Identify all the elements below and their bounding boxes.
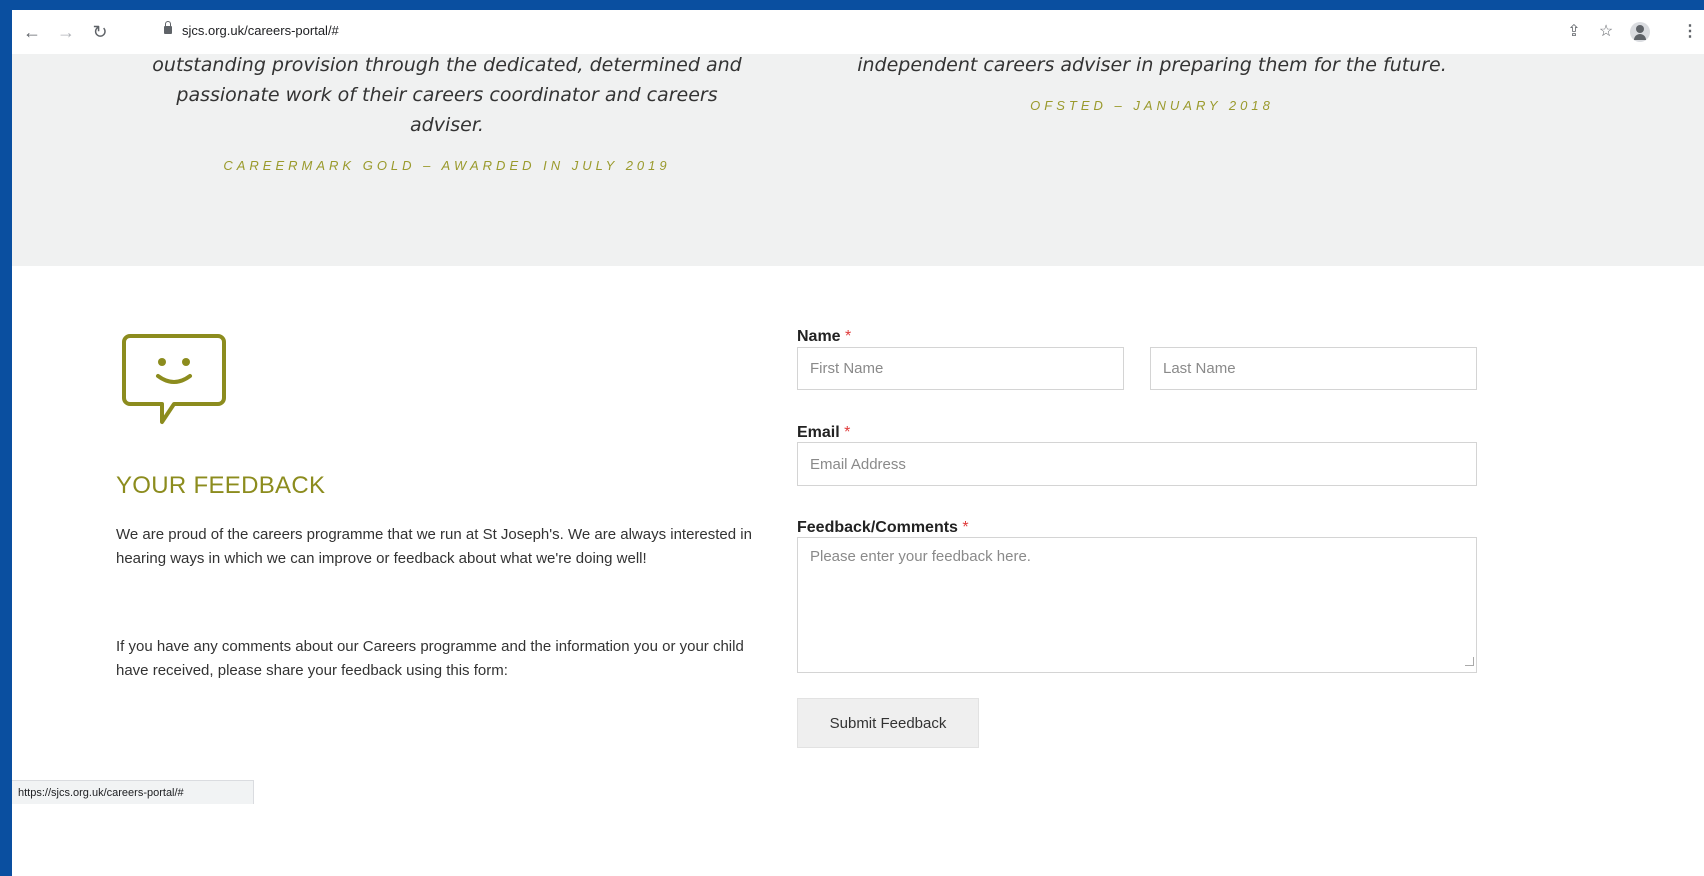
required-asterisk: * (962, 519, 969, 536)
feedback-label-text: Feedback/Comments (797, 519, 958, 536)
browser-toolbar: ← → ↻ sjcs.org.uk/careers-portal/# ⇪ ☆ ⋮ (12, 10, 1704, 54)
name-label-text: Name (797, 328, 841, 345)
address-bar-url: sjcs.org.uk/careers-portal/# (182, 23, 339, 38)
status-bar-url: https://sjcs.org.uk/careers-portal/# (12, 780, 254, 804)
share-icon[interactable]: ⇪ (1562, 20, 1586, 44)
submit-feedback-button[interactable]: Submit Feedback (797, 698, 979, 748)
email-label-text: Email (797, 424, 840, 441)
chat-smile-icon (122, 334, 226, 424)
testimonial-quote-1: outstanding provision through the dedica… (152, 54, 742, 136)
email-input[interactable] (797, 442, 1477, 486)
forward-arrow-icon[interactable]: → (54, 20, 78, 44)
browser-window: ← → ↻ sjcs.org.uk/careers-portal/# ⇪ ☆ ⋮… (12, 10, 1704, 876)
testimonial-source-2: OFSTED – JANUARY 2018 (1030, 98, 1274, 113)
reload-icon[interactable]: ↻ (88, 20, 112, 44)
menu-kebab-icon[interactable]: ⋮ (1678, 20, 1702, 44)
name-label: Name * (797, 328, 851, 346)
feedback-textarea[interactable] (797, 537, 1477, 673)
textarea-resize-handle[interactable] (1465, 657, 1474, 666)
profile-avatar-icon[interactable] (1630, 22, 1650, 42)
email-label: Email * (797, 424, 850, 442)
feedback-label: Feedback/Comments * (797, 519, 969, 537)
first-name-input[interactable] (797, 347, 1124, 390)
feedback-title: YOUR FEEDBACK (116, 472, 326, 499)
back-arrow-icon[interactable]: ← (20, 20, 44, 44)
bookmark-star-icon[interactable]: ☆ (1594, 20, 1618, 44)
last-name-input[interactable] (1150, 347, 1477, 390)
lock-icon (164, 21, 172, 34)
address-bar[interactable]: sjcs.org.uk/careers-portal/# (142, 17, 1412, 47)
testimonial-source-1: CAREERMARK GOLD – AWARDED IN JULY 2019 (223, 158, 671, 173)
testimonial-quote-2: independent careers adviser in preparing… (857, 54, 1447, 76)
required-asterisk: * (845, 328, 852, 345)
required-asterisk: * (844, 424, 851, 441)
testimonials-band: outstanding provision through the dedica… (12, 54, 1704, 266)
feedback-instructions-paragraph: If you have any comments about our Caree… (116, 638, 744, 679)
feedback-intro-paragraph: We are proud of the careers programme th… (116, 526, 752, 567)
